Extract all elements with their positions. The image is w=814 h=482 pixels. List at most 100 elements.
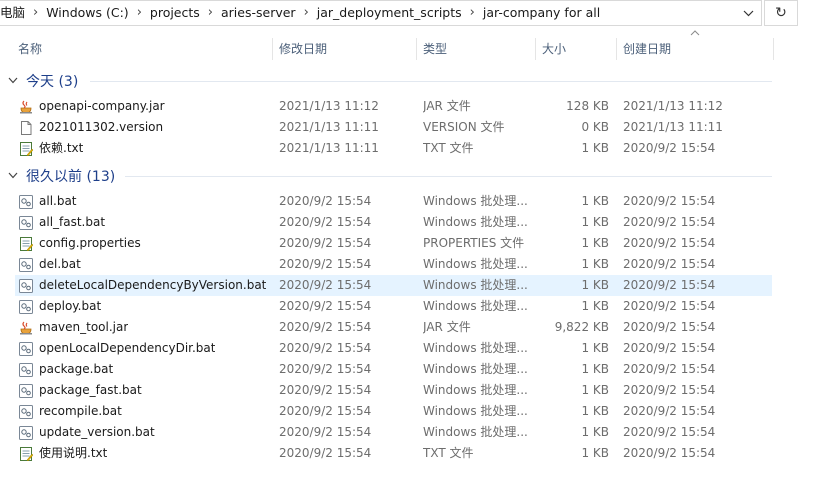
file-created-date: 2020/9/2 15:54 bbox=[623, 383, 716, 397]
file-type: Windows 批处理... bbox=[423, 425, 528, 439]
file-modified-date: 2021/1/13 11:12 bbox=[279, 99, 379, 113]
file-size: 1 KB bbox=[581, 404, 609, 418]
file-row[interactable]: 使用说明.txt 2020/9/2 15:54 TXT 文件 1 KB 2020/9/2… bbox=[15, 443, 772, 464]
file-name: all_fast.bat bbox=[39, 215, 106, 229]
file-size: 1 KB bbox=[581, 341, 609, 355]
breadcrumb-item-projects[interactable]: projects bbox=[144, 0, 206, 26]
file-modified-date: 2020/9/2 15:54 bbox=[279, 194, 372, 208]
file-modified-date: 2020/9/2 15:54 bbox=[279, 362, 372, 376]
file-size: 9,822 KB bbox=[554, 320, 609, 334]
breadcrumb-item-drive[interactable]: Windows (C:) bbox=[40, 0, 134, 26]
file-row[interactable]: 2021011302.version 2021/1/13 11:11 VERSION… bbox=[15, 117, 772, 138]
column-header-type[interactable]: 类型 bbox=[417, 36, 535, 62]
file-size: 1 KB bbox=[581, 194, 609, 208]
file-row[interactable]: recompile.bat 2020/9/2 15:54 Windows 批处理..… bbox=[15, 401, 772, 422]
file-created-date: 2021/1/13 11:12 bbox=[623, 99, 723, 113]
file-size: 1 KB bbox=[581, 425, 609, 439]
file-type: VERSION 文件 bbox=[423, 120, 505, 134]
breadcrumb-item-current[interactable]: jar-company for all bbox=[477, 0, 606, 26]
breadcrumb-separator[interactable]: › bbox=[302, 0, 311, 26]
file-row[interactable]: deleteLocalDependencyByVersion.bat 2020/9… bbox=[15, 275, 772, 296]
file-created-date: 2020/9/2 15:54 bbox=[623, 446, 716, 460]
file-size: 1 KB bbox=[581, 446, 609, 460]
file-row[interactable]: openLocalDependencyDir.bat 2020/9/2 15:54… bbox=[15, 338, 772, 359]
file-type: Windows 批处理... bbox=[423, 257, 528, 271]
bat-file-icon bbox=[18, 299, 34, 315]
file-size: 1 KB bbox=[581, 299, 609, 313]
file-size: 1 KB bbox=[581, 141, 609, 155]
breadcrumb-separator[interactable]: › bbox=[468, 0, 477, 26]
file-row[interactable]: maven_tool.jar 2020/9/2 15:54 JAR 文件 9,822 … bbox=[15, 317, 772, 338]
address-history-dropdown[interactable] bbox=[734, 0, 762, 26]
file-row[interactable]: all_fast.bat 2020/9/2 15:54 Windows 批处理...… bbox=[15, 212, 772, 233]
file-type: Windows 批处理... bbox=[423, 194, 528, 208]
file-created-date: 2020/9/2 15:54 bbox=[623, 404, 716, 418]
file-created-date: 2020/9/2 15:54 bbox=[623, 236, 716, 250]
jar-file-icon bbox=[18, 320, 34, 336]
file-modified-date: 2020/9/2 15:54 bbox=[279, 278, 372, 292]
group-divider bbox=[125, 176, 772, 177]
file-row[interactable]: del.bat 2020/9/2 15:54 Windows 批处理... 1 KB 2… bbox=[15, 254, 772, 275]
group-header-today[interactable]: 今天 (3) bbox=[8, 70, 78, 92]
breadcrumb-item-aries-server[interactable]: aries-server bbox=[215, 0, 302, 26]
file-name: update_version.bat bbox=[39, 425, 155, 439]
file-row[interactable]: package_fast.bat 2020/9/2 15:54 Windows 批处… bbox=[15, 380, 772, 401]
file-row[interactable]: all.bat 2020/9/2 15:54 Windows 批处理... 1 KB 2… bbox=[15, 191, 772, 212]
file-modified-date: 2020/9/2 15:54 bbox=[279, 299, 372, 313]
file-type: PROPERTIES 文件 bbox=[423, 236, 525, 250]
column-divider[interactable] bbox=[773, 38, 774, 60]
group-label: 今天 (3) bbox=[26, 74, 79, 90]
bat-file-icon bbox=[18, 341, 34, 357]
file-name: package_fast.bat bbox=[39, 383, 142, 397]
refresh-icon: ↻ bbox=[775, 5, 787, 21]
file-row[interactable]: config.properties 2020/9/2 15:54 PROPERTIE… bbox=[15, 233, 772, 254]
file-name: maven_tool.jar bbox=[39, 320, 129, 334]
bat-file-icon bbox=[18, 383, 34, 399]
column-header-created[interactable]: 创建日期 bbox=[617, 36, 773, 62]
file-size: 1 KB bbox=[581, 236, 609, 250]
breadcrumb-separator[interactable]: › bbox=[206, 0, 215, 26]
refresh-button[interactable]: ↻ bbox=[764, 0, 798, 26]
column-header-modified[interactable]: 修改日期 bbox=[273, 36, 416, 62]
file-row[interactable]: update_version.bat 2020/9/2 15:54 Windows … bbox=[15, 422, 772, 443]
file-row[interactable]: package.bat 2020/9/2 15:54 Windows 批处理... 1… bbox=[15, 359, 772, 380]
bat-file-icon bbox=[18, 362, 34, 378]
column-header-size[interactable]: 大小 bbox=[536, 36, 616, 62]
breadcrumb-separator[interactable]: › bbox=[135, 0, 144, 26]
file-size: 128 KB bbox=[566, 99, 609, 113]
file-type: Windows 批处理... bbox=[423, 215, 528, 229]
file-type: JAR 文件 bbox=[423, 99, 471, 113]
group-header-long-ago[interactable]: 很久以前 (13) bbox=[8, 165, 115, 187]
file-row[interactable]: 依赖.txt 2021/1/13 11:11 TXT 文件 1 KB 2020/9/2 … bbox=[15, 138, 772, 159]
file-type: Windows 批处理... bbox=[423, 278, 528, 292]
file-row[interactable]: openapi-company.jar 2021/1/13 11:12 JAR 文件… bbox=[15, 96, 772, 117]
file-type: JAR 文件 bbox=[423, 320, 471, 334]
file-type: TXT 文件 bbox=[423, 141, 474, 155]
file-modified-date: 2020/9/2 15:54 bbox=[279, 446, 372, 460]
file-modified-date: 2020/9/2 15:54 bbox=[279, 383, 372, 397]
bat-file-icon bbox=[18, 404, 34, 420]
file-name: openapi-company.jar bbox=[39, 99, 165, 113]
file-created-date: 2020/9/2 15:54 bbox=[623, 278, 716, 292]
bat-file-icon bbox=[18, 257, 34, 273]
blank-file-icon bbox=[18, 120, 34, 136]
breadcrumb-separator[interactable]: › bbox=[31, 0, 40, 26]
breadcrumb: 电脑 › Windows (C:) › projects › aries-ser… bbox=[0, 0, 606, 26]
text-file-icon bbox=[18, 141, 34, 157]
file-name: del.bat bbox=[39, 257, 81, 271]
file-type: Windows 批处理... bbox=[423, 341, 528, 355]
text-file-icon bbox=[18, 236, 34, 252]
file-size: 1 KB bbox=[581, 257, 609, 271]
file-row[interactable]: deploy.bat 2020/9/2 15:54 Windows 批处理... 1 … bbox=[15, 296, 772, 317]
column-header-name[interactable]: 名称 bbox=[12, 36, 272, 62]
breadcrumb-item-jar-deployment-scripts[interactable]: jar_deployment_scripts bbox=[311, 0, 468, 26]
file-name: recompile.bat bbox=[39, 404, 122, 418]
text-file-icon bbox=[18, 446, 34, 462]
file-modified-date: 2020/9/2 15:54 bbox=[279, 320, 372, 334]
file-created-date: 2020/9/2 15:54 bbox=[623, 362, 716, 376]
file-name: 依赖.txt bbox=[39, 141, 84, 155]
breadcrumb-item-pc[interactable]: 电脑 bbox=[0, 0, 31, 26]
address-bar: 电脑 › Windows (C:) › projects › aries-ser… bbox=[0, 0, 814, 27]
file-type: TXT 文件 bbox=[423, 446, 474, 460]
file-size: 1 KB bbox=[581, 383, 609, 397]
